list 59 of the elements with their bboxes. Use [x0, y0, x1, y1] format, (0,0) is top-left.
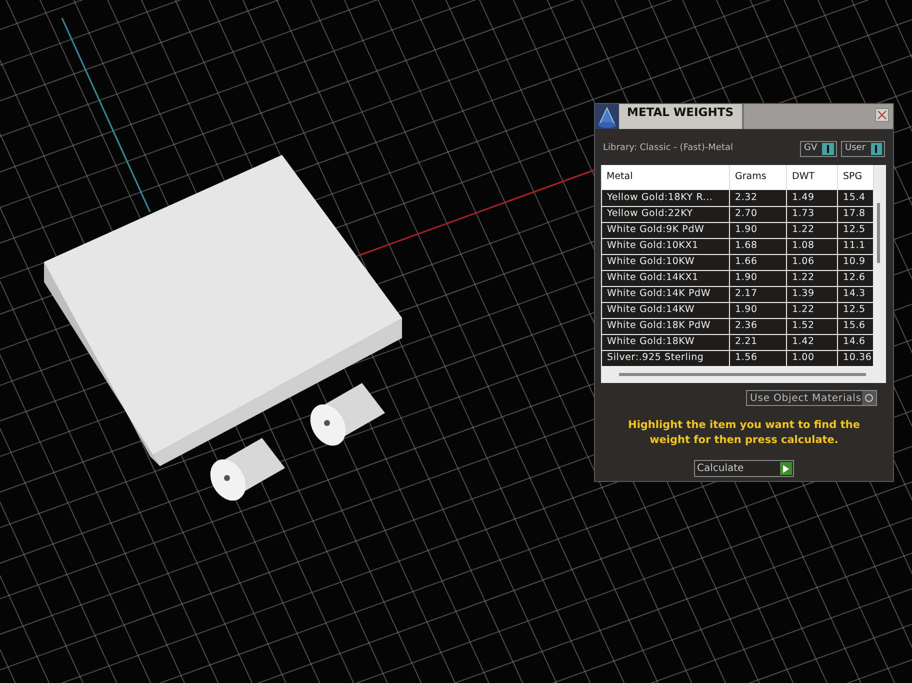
- table-cell: 1.68: [730, 238, 786, 254]
- table-cell: 15.6: [838, 318, 874, 334]
- table-cell: White Gold:10KX1: [602, 238, 730, 254]
- close-icon[interactable]: [875, 108, 889, 122]
- table-cell: 1.22: [786, 302, 838, 318]
- table-cell: 17.8: [838, 206, 874, 222]
- table-cell: White Gold:14K PdW: [602, 286, 730, 302]
- play-icon: [780, 462, 792, 475]
- vertical-scrollbar[interactable]: [877, 203, 880, 263]
- table-cell: 14.6: [838, 334, 874, 350]
- table-cell: Silver:.925 Sterling: [602, 350, 730, 366]
- table-cell: 1.42: [786, 334, 838, 350]
- horizontal-scrollbar[interactable]: [619, 372, 866, 376]
- instruction-text: Highlight the item you want to find the weight for then press calculate.: [627, 418, 861, 448]
- table-cell: 2.70: [730, 206, 786, 222]
- table-cell: 12.6: [838, 270, 874, 286]
- table-cell: White Gold:14KW: [602, 302, 730, 318]
- table-cell: White Gold:14KX1: [602, 270, 730, 286]
- calculate-button[interactable]: Calculate: [694, 460, 794, 477]
- column-header: Metal: [602, 165, 730, 190]
- table-cell: 11.1: [838, 238, 874, 254]
- table-cell: 10.36: [838, 350, 874, 366]
- table-cell: 1.08: [786, 238, 838, 254]
- table-cell: 1.22: [786, 270, 838, 286]
- table-cell: White Gold:10KW: [602, 254, 730, 270]
- table-cell: 2.17: [730, 286, 786, 302]
- table-cell: 14.3: [838, 286, 874, 302]
- table-cell: 1.73: [786, 206, 838, 222]
- table-cell: 1.49: [786, 190, 838, 206]
- table-cell: 1.39: [786, 286, 838, 302]
- table-cell: 1.90: [730, 222, 786, 238]
- table-cell: White Gold:18K PdW: [602, 318, 730, 334]
- use-object-materials-option[interactable]: Use Object Materials: [746, 390, 877, 406]
- table-cell: 12.5: [838, 302, 874, 318]
- table-cell: 1.90: [730, 302, 786, 318]
- toggle-switch[interactable]: User: [841, 141, 885, 157]
- table-cell: 1.90: [730, 270, 786, 286]
- table-cell: 15.4: [838, 190, 874, 206]
- table-cell: 1.66: [730, 254, 786, 270]
- table-cell: 10.9: [838, 254, 874, 270]
- table-cell: 1.56: [730, 350, 786, 366]
- table-cell: 1.52: [786, 318, 838, 334]
- table-cell: Yellow Gold:22KY: [602, 206, 730, 222]
- table-cell: 2.36: [730, 318, 786, 334]
- table-cell: Yellow Gold:18KY R...: [602, 190, 730, 206]
- toggle-switch[interactable]: GV: [800, 141, 837, 157]
- column-header: SPG: [838, 165, 874, 190]
- table-cell: 1.06: [786, 254, 838, 270]
- table-cell: White Gold:9K PdW: [602, 222, 730, 238]
- table-cell: White Gold:18KW: [602, 334, 730, 350]
- table-cell: 2.32: [730, 190, 786, 206]
- window-title: METAL WEIGHTS: [619, 104, 744, 129]
- column-header: DWT: [786, 165, 838, 190]
- table-cell: 1.22: [786, 222, 838, 238]
- table-cell: 1.00: [786, 350, 838, 366]
- library-label: Library: Classic - (Fast)-Metal: [603, 142, 734, 156]
- table-cell: 12.5: [838, 222, 874, 238]
- table-cell: 2.21: [730, 334, 786, 350]
- column-header: Grams: [730, 165, 786, 190]
